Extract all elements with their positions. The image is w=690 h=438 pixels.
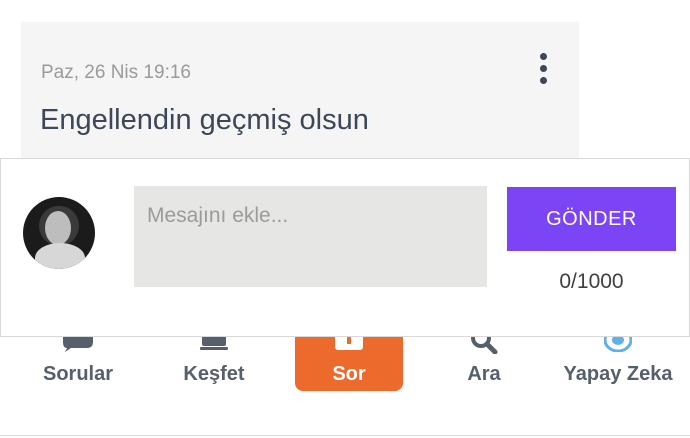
message-card: Paz, 26 Nis 19:16 Engellendin geçmiş ols… <box>21 22 579 172</box>
message-text: Engellendin geçmiş olsun <box>40 104 369 136</box>
character-counter: 0/1000 <box>559 270 624 293</box>
message-input[interactable] <box>134 186 487 287</box>
nav-label-sorular: Sorular <box>42 363 114 385</box>
nav-label-yapay-zeka: Yapay Zeka <box>563 363 673 385</box>
message-date: Paz, 26 Nis 19:16 <box>41 62 191 83</box>
send-button[interactable]: GÖNDER <box>507 187 676 251</box>
nav-label-kesfet: Keşfet <box>183 363 245 385</box>
more-options-icon[interactable] <box>533 51 555 89</box>
bottom-divider <box>0 435 690 436</box>
nav-label-ara: Ara <box>467 363 501 385</box>
nav-label-sor: Sor <box>332 363 366 385</box>
bottom-nav: Sorular Keşfet Sor Ara Yapay Zeka <box>0 320 690 436</box>
search-icon <box>471 334 498 354</box>
compose-panel: GÖNDER 0/1000 <box>0 158 690 337</box>
avatar <box>23 197 95 269</box>
